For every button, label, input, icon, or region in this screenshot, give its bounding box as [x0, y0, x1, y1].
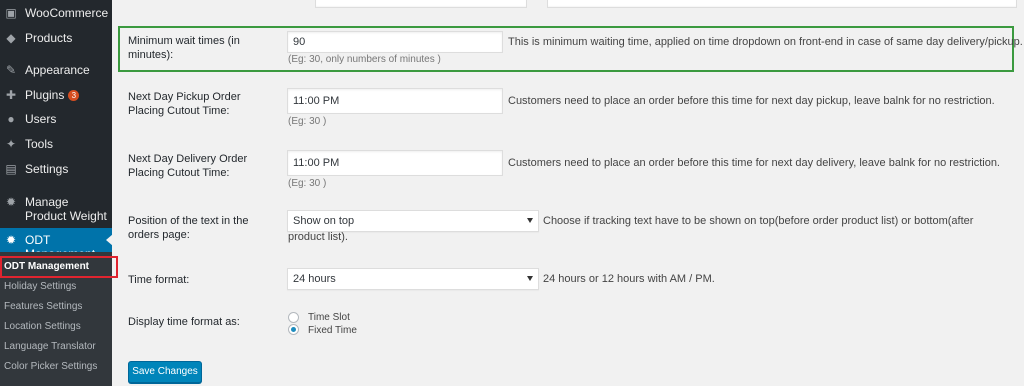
min-wait-hint: (Eg: 30, only numbers of minutes ): [288, 54, 441, 65]
time-format-select[interactable]: 24 hours: [287, 268, 539, 290]
text-position-label: Position of the text in the orders page:: [128, 215, 249, 241]
update-count-badge: 3: [68, 90, 80, 102]
previous-field-input[interactable]: [315, 0, 527, 8]
fixed-time-radio-label: Fixed Time: [308, 325, 357, 336]
min-wait-input[interactable]: [287, 31, 503, 53]
time-format-description: 24 hours or 12 hours with AM / PM.: [543, 273, 715, 285]
sidebar-item-users[interactable]: ● Users: [0, 112, 112, 126]
sidebar-item-tools[interactable]: ✦ Tools: [0, 137, 112, 151]
sidebar-item-label: Products: [25, 31, 73, 45]
select-value: 24 hours: [293, 273, 336, 285]
submenu-item-holiday-settings[interactable]: Holiday Settings: [4, 281, 76, 293]
fixed-time-radio[interactable]: [288, 324, 299, 335]
sidebar-item-plugins[interactable]: ✚ Plugins 3: [0, 88, 112, 102]
time-slot-radio[interactable]: [288, 312, 299, 323]
delivery-cutoff-label: Next Day Delivery Order Placing Cutout T…: [128, 153, 248, 179]
pickup-cutoff-label: Next Day Pickup Order Placing Cutout Tim…: [128, 91, 241, 117]
sidebar-item-label: WooCommerce: [25, 6, 109, 20]
pickup-cutoff-input[interactable]: [287, 88, 503, 114]
sidebar-item-odt-management[interactable]: ✹ ODT Management: [0, 228, 113, 261]
sidebar-item-label: Tools: [25, 137, 54, 151]
min-wait-description: This is minimum waiting time, applied on…: [508, 36, 1023, 48]
previous-field-input[interactable]: [547, 0, 1017, 8]
time-format-label: Time format:: [128, 274, 190, 286]
pickup-cutoff-hint: (Eg: 30 ): [288, 116, 327, 127]
submenu-item-color-picker-settings[interactable]: Color Picker Settings: [4, 361, 97, 373]
submenu-item-odt-management[interactable]: ODT Management: [0, 256, 118, 278]
sidebar-item-manage-product-weight[interactable]: ✹ Manage Product Weight: [0, 195, 112, 223]
sidebar-item-label: Settings: [25, 162, 69, 176]
users-icon: ●: [7, 112, 15, 126]
submenu-item-location-settings[interactable]: Location Settings: [4, 321, 81, 333]
woocommerce-icon: ▣: [5, 6, 17, 20]
sidebar-item-label: Manage Product Weight: [25, 195, 107, 223]
time-slot-radio-label: Time Slot: [308, 312, 350, 323]
chevron-down-icon: [527, 276, 533, 281]
submenu-item-features-settings[interactable]: Features Settings: [4, 301, 82, 313]
delivery-cutoff-hint: (Eg: 30 ): [288, 178, 327, 189]
display-format-label: Display time format as:: [128, 316, 240, 328]
products-icon: ◆: [6, 31, 16, 45]
delivery-cutoff-input[interactable]: [287, 150, 503, 176]
sidebar-item-woocommerce[interactable]: ▣ WooCommerce: [0, 6, 112, 20]
sidebar-item-settings[interactable]: ▤ Settings: [0, 162, 112, 176]
min-wait-label: Minimum wait times (in minutes):: [128, 35, 240, 61]
plugins-icon: ✚: [5, 88, 17, 102]
pickup-cutoff-description: Customers need to place an order before …: [508, 95, 995, 107]
submenu-item-language-translator[interactable]: Language Translator: [4, 341, 96, 353]
text-position-description: Choose if tracking text have to be shown…: [288, 215, 974, 243]
sidebar-item-label: Plugins: [25, 88, 65, 102]
delivery-cutoff-description: Customers need to place an order before …: [508, 157, 1000, 169]
sidebar-item-label: Appearance: [25, 63, 90, 77]
gear-icon: ✹: [5, 195, 17, 209]
settings-icon: ▤: [5, 162, 17, 176]
settings-form: Minimum wait times (in minutes): This is…: [112, 0, 1024, 386]
admin-sidebar: ▣ WooCommerce ◆ Products ✎ Appearance ✚ …: [0, 0, 118, 386]
sidebar-item-appearance[interactable]: ✎ Appearance: [0, 63, 112, 77]
save-changes-button[interactable]: Save Changes: [128, 361, 202, 383]
sidebar-item-label: Users: [25, 112, 57, 126]
appearance-icon: ✎: [5, 63, 17, 77]
sidebar-item-products[interactable]: ◆ Products: [0, 31, 112, 45]
submenu-item-label: ODT Management: [4, 261, 90, 272]
gear-icon: ✹: [5, 233, 17, 247]
tools-icon: ✦: [5, 137, 17, 151]
